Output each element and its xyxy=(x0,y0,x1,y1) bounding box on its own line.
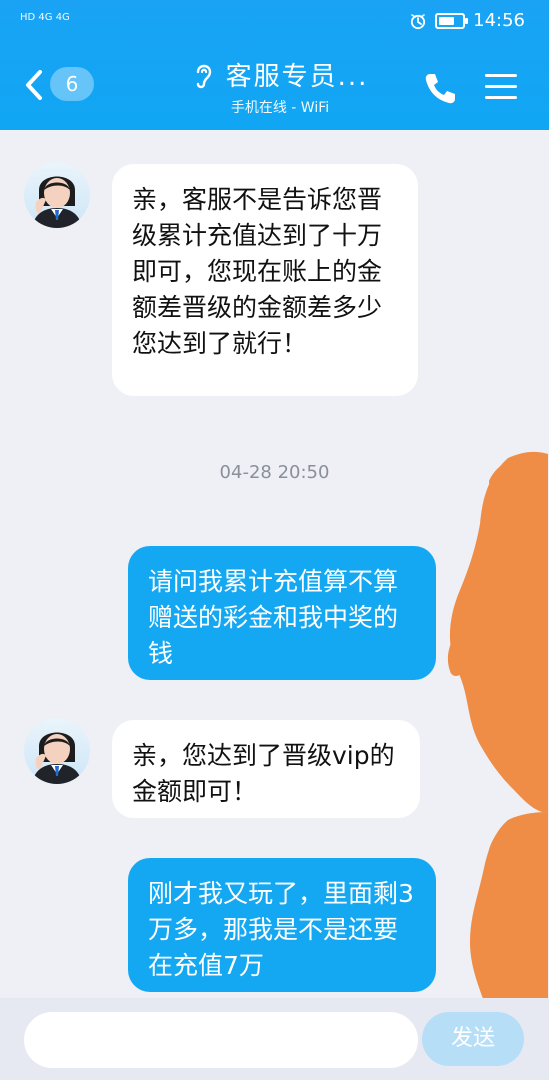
back-button[interactable]: 6 xyxy=(22,66,102,106)
ear-icon xyxy=(196,64,211,88)
avatar[interactable] xyxy=(24,718,90,784)
status-bar: HD 4G 4G 14:56 xyxy=(0,0,549,44)
menu-icon xyxy=(485,96,517,99)
chat-area[interactable]: 亲，客服不是告诉您晋级累计充值达到了十万即可，您现在账上的金额差晋级的金额差多少… xyxy=(0,130,549,998)
battery-fill xyxy=(439,16,455,25)
status-time: 14:56 xyxy=(473,10,525,31)
send-button[interactable]: 发送 xyxy=(422,1012,524,1066)
signal-indicator: HD 4G 4G xyxy=(20,12,70,23)
agent-avatar-image xyxy=(24,162,90,228)
avatar[interactable] xyxy=(24,162,90,228)
agent-avatar-image xyxy=(24,718,90,784)
message-bubble-incoming: 亲，客服不是告诉您晋级累计充值达到了十万即可，您现在账上的金额差晋级的金额差多少… xyxy=(112,164,418,396)
menu-button[interactable] xyxy=(485,72,519,102)
status-icons: 14:56 xyxy=(409,10,525,31)
chat-subtitle: 手机在线 - WiFi xyxy=(230,100,330,116)
composer-bar: 发送 xyxy=(0,998,549,1080)
top-bar: HD 4G 4G 14:56 6 客服专员... 手机在线 - WiFi xyxy=(0,0,549,130)
chat-title-area[interactable]: 客服专员... 手机在线 - WiFi xyxy=(150,56,410,117)
unread-count-badge: 6 xyxy=(50,67,94,101)
alarm-icon xyxy=(411,13,426,29)
redaction-scribble xyxy=(447,451,548,812)
message-bubble-incoming: 亲，您达到了晋级vip的金额即可！ xyxy=(112,720,420,818)
menu-icon xyxy=(485,85,517,88)
battery-icon xyxy=(435,12,469,29)
menu-icon xyxy=(485,74,517,77)
redaction-scribble xyxy=(470,812,548,998)
message-input[interactable] xyxy=(24,1012,418,1068)
message-bubble-outgoing: 刚才我又玩了，里面剩3万多，那我是不是还要在充值7万 xyxy=(128,858,436,992)
phone-icon[interactable] xyxy=(421,70,459,108)
message-bubble-outgoing: 请问我累计充值算不算赠送的彩金和我中奖的钱 xyxy=(128,546,436,680)
chat-title: 客服专员... xyxy=(225,62,369,92)
chevron-left-icon xyxy=(26,70,42,100)
